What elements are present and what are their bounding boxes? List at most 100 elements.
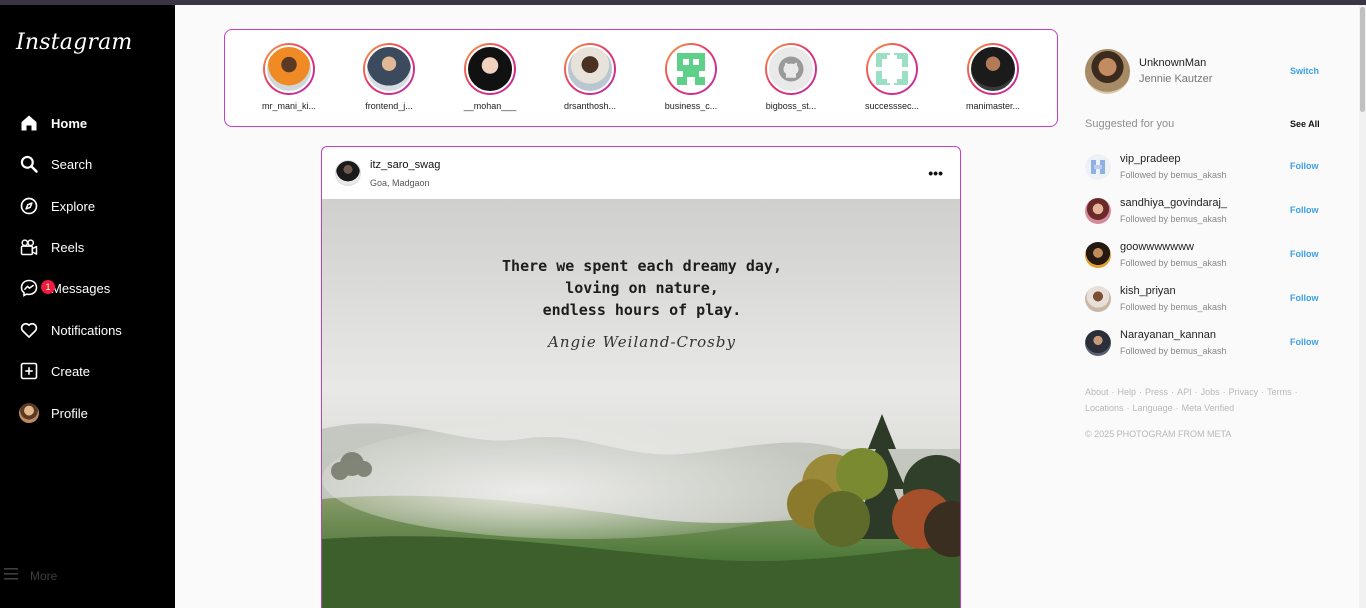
- quote-author: Angie Weiland-Crosby: [548, 333, 736, 351]
- story-username: __mohan___: [463, 101, 517, 111]
- suggestion-followed-by: Followed by bemus_akash: [1120, 170, 1227, 180]
- footer-link[interactable]: Meta Verified: [1182, 403, 1235, 413]
- suggestion-followed-by: Followed by bemus_akash: [1120, 346, 1227, 356]
- see-all-button[interactable]: See All: [1290, 119, 1320, 129]
- footer-link[interactable]: Help: [1118, 387, 1137, 397]
- footer-link[interactable]: Jobs: [1201, 387, 1220, 397]
- story-item[interactable]: mr_mani_ki...: [254, 43, 324, 111]
- footer-link[interactable]: Locations: [1085, 403, 1124, 413]
- window-top-bar: [0, 0, 1366, 5]
- sidebar-item-profile[interactable]: Profile: [18, 399, 88, 427]
- sidebar-item-label: Notifications: [51, 322, 122, 338]
- sidebar-item-create[interactable]: Create: [18, 357, 90, 385]
- post-location[interactable]: Goa, Madgaon: [370, 178, 430, 188]
- story-username: manimaster...: [965, 101, 1021, 111]
- story-avatar: [265, 45, 313, 93]
- scrollbar[interactable]: [1359, 5, 1366, 608]
- footer-links: About · Help · Press · API · Jobs · Privacy · Terms ·…: [1085, 384, 1315, 416]
- story-item[interactable]: frontend_j...: [354, 43, 424, 111]
- avatar[interactable]: [335, 160, 361, 186]
- stories-bar: mr_mani_ki... frontend_j... __mohan___ d…: [224, 29, 1058, 127]
- suggestion-username[interactable]: goowwwwwww: [1120, 241, 1194, 253]
- story-item[interactable]: __mohan___: [455, 43, 525, 111]
- avatar[interactable]: [1085, 49, 1130, 94]
- suggestion-username[interactable]: kish_priyan: [1120, 285, 1176, 297]
- story-avatar: [365, 45, 413, 93]
- suggestion-username[interactable]: Narayanan_kannan: [1120, 329, 1216, 341]
- suggestion-username[interactable]: vip_pradeep: [1120, 153, 1181, 165]
- current-fullname: Jennie Kautzer: [1139, 73, 1213, 85]
- footer-link[interactable]: Terms: [1267, 387, 1292, 397]
- avatar: [19, 403, 39, 423]
- hamburger-icon: [4, 568, 18, 583]
- story-item[interactable]: manimaster...: [958, 43, 1028, 111]
- search-icon: [18, 153, 40, 175]
- story-username: mr_mani_ki...: [261, 101, 316, 111]
- story-item[interactable]: business_c...: [656, 43, 726, 111]
- heart-icon: [18, 319, 40, 341]
- story-avatar: [969, 45, 1017, 93]
- more-button[interactable]: More: [4, 568, 57, 583]
- sidebar-item-reels[interactable]: Reels: [18, 233, 84, 261]
- current-username[interactable]: UnknownMan: [1139, 57, 1206, 69]
- story-avatar: [868, 45, 916, 93]
- post-image[interactable]: There we spent each dreamy day, loving o…: [322, 199, 960, 608]
- sidebar-item-label: Create: [51, 363, 91, 379]
- footer-link[interactable]: API: [1177, 387, 1192, 397]
- follow-button[interactable]: Follow: [1290, 337, 1319, 347]
- story-username: business_c...: [664, 101, 718, 111]
- post-username[interactable]: itz_saro_swag: [370, 159, 440, 171]
- post-header: itz_saro_swag Goa, Madgaon •••: [322, 147, 960, 199]
- plus-square-icon: [18, 360, 40, 382]
- sidebar-item-label: Messages: [51, 280, 111, 296]
- suggestion-followed-by: Followed by bemus_akash: [1120, 258, 1227, 268]
- more-options-icon[interactable]: •••: [928, 165, 943, 181]
- sidebar-item-label: Explore: [51, 198, 96, 214]
- sidebar: Instagram Home Search Explore Reels 1 Me…: [0, 5, 175, 608]
- sidebar-item-label: Search: [51, 156, 93, 172]
- instagram-logo[interactable]: Instagram: [16, 30, 132, 55]
- avatar[interactable]: [1085, 330, 1111, 356]
- footer-link[interactable]: Press: [1145, 387, 1168, 397]
- avatar[interactable]: [1085, 198, 1111, 224]
- follow-button[interactable]: Follow: [1290, 249, 1319, 259]
- scrollbar-thumb[interactable]: [1360, 7, 1365, 112]
- reels-icon: [18, 236, 40, 258]
- switch-account-button[interactable]: Switch: [1290, 66, 1319, 76]
- quote-line: There we spent each dreamy day,: [502, 257, 782, 275]
- feed-post: itz_saro_swag Goa, Madgaon ••• There we …: [321, 146, 961, 608]
- sidebar-item-home[interactable]: Home: [18, 109, 87, 137]
- sidebar-item-notifications[interactable]: Notifications: [18, 316, 122, 344]
- footer-links-row: About · Help · Press · API · Jobs · Privacy · Terms ·: [1085, 387, 1298, 397]
- story-item[interactable]: drsanthosh...: [555, 43, 625, 111]
- home-icon: [18, 112, 40, 134]
- story-item[interactable]: bigboss_st...: [756, 43, 826, 111]
- footer-link[interactable]: Privacy: [1229, 387, 1259, 397]
- quote-line: loving on nature,: [565, 279, 719, 297]
- github-icon: [767, 45, 815, 93]
- footer-link[interactable]: About: [1085, 387, 1109, 397]
- avatar[interactable]: [1085, 286, 1111, 312]
- suggestion-item: vip_pradeep Followed by bemus_akash Foll…: [1085, 153, 1325, 183]
- story-username: drsanthosh...: [563, 101, 617, 111]
- follow-button[interactable]: Follow: [1290, 293, 1319, 303]
- avatar[interactable]: [1085, 242, 1111, 268]
- sidebar-item-explore[interactable]: Explore: [18, 192, 95, 220]
- copyright-text: © 2025 PHOTOGRAM FROM META: [1085, 429, 1232, 439]
- suggestions-title: Suggested for you: [1085, 118, 1175, 130]
- suggestion-item: goowwwwwww Followed by bemus_akash Follo…: [1085, 241, 1325, 271]
- follow-button[interactable]: Follow: [1290, 205, 1319, 215]
- story-avatar: [466, 45, 514, 93]
- suggestion-username[interactable]: sandhiya_govindaraj_: [1120, 197, 1227, 209]
- sidebar-item-messages[interactable]: 1 Messages: [18, 274, 110, 302]
- sidebar-item-search[interactable]: Search: [18, 150, 92, 178]
- story-item[interactable]: successsec...: [857, 43, 927, 111]
- story-avatar: [566, 45, 614, 93]
- suggestion-item: kish_priyan Followed by bemus_akash Foll…: [1085, 285, 1325, 315]
- footer-link[interactable]: Language: [1133, 403, 1173, 413]
- story-avatar: [667, 45, 715, 93]
- unread-badge: 1: [41, 280, 55, 294]
- follow-button[interactable]: Follow: [1290, 161, 1319, 171]
- avatar[interactable]: [1085, 154, 1111, 180]
- more-label: More: [30, 568, 58, 583]
